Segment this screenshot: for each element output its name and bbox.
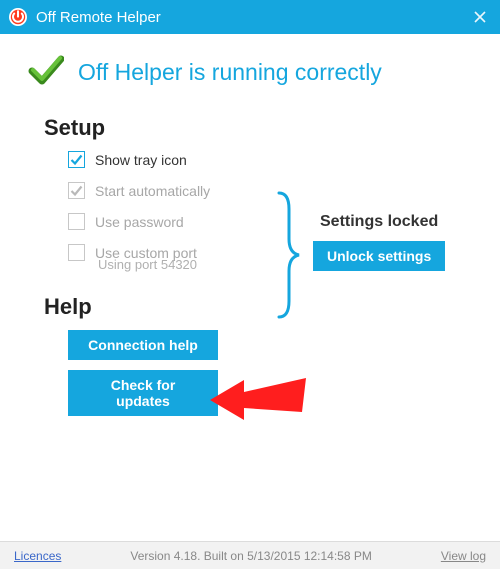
- section-setup-title: Setup: [44, 115, 472, 141]
- options-list: Show tray icon Start automatically Use p…: [68, 151, 210, 261]
- locked-title: Settings locked: [320, 213, 438, 231]
- option-tray[interactable]: Show tray icon: [68, 151, 210, 168]
- checkbox-icon: [68, 151, 85, 168]
- connection-help-button[interactable]: Connection help: [68, 330, 218, 360]
- licences-link[interactable]: Licences: [14, 549, 61, 563]
- option-label: Use custom port: [95, 245, 197, 261]
- app-icon: [8, 7, 28, 27]
- check-updates-button[interactable]: Check for updates: [68, 370, 218, 416]
- option-label: Show tray icon: [95, 152, 187, 168]
- status-row: Off Helper is running correctly: [28, 52, 472, 93]
- title-bar: Off Remote Helper: [0, 0, 500, 34]
- status-message: Off Helper is running correctly: [78, 59, 382, 86]
- brace-icon: [273, 189, 301, 321]
- checkbox-icon: [68, 182, 85, 199]
- help-buttons: Connection help Check for updates: [68, 330, 472, 416]
- check-icon: [28, 52, 64, 93]
- section-help-title: Help: [44, 294, 472, 320]
- setup-area: Show tray icon Start automatically Use p…: [28, 151, 472, 261]
- locked-panel: Settings locked Unlock settings: [313, 213, 445, 271]
- close-icon[interactable]: [468, 5, 492, 29]
- option-label: Start automatically: [95, 183, 210, 199]
- unlock-settings-button[interactable]: Unlock settings: [313, 241, 445, 271]
- option-port: Use custom port: [68, 244, 210, 261]
- option-password: Use password: [68, 213, 210, 230]
- footer: Licences Version 4.18. Built on 5/13/201…: [0, 541, 500, 569]
- version-text: Version 4.18. Built on 5/13/2015 12:14:5…: [61, 549, 440, 563]
- window-title: Off Remote Helper: [36, 9, 468, 26]
- checkbox-icon: [68, 213, 85, 230]
- option-label: Use password: [95, 214, 184, 230]
- viewlog-link[interactable]: View log: [441, 549, 486, 563]
- checkbox-icon: [68, 244, 85, 261]
- option-auto: Start automatically: [68, 182, 210, 199]
